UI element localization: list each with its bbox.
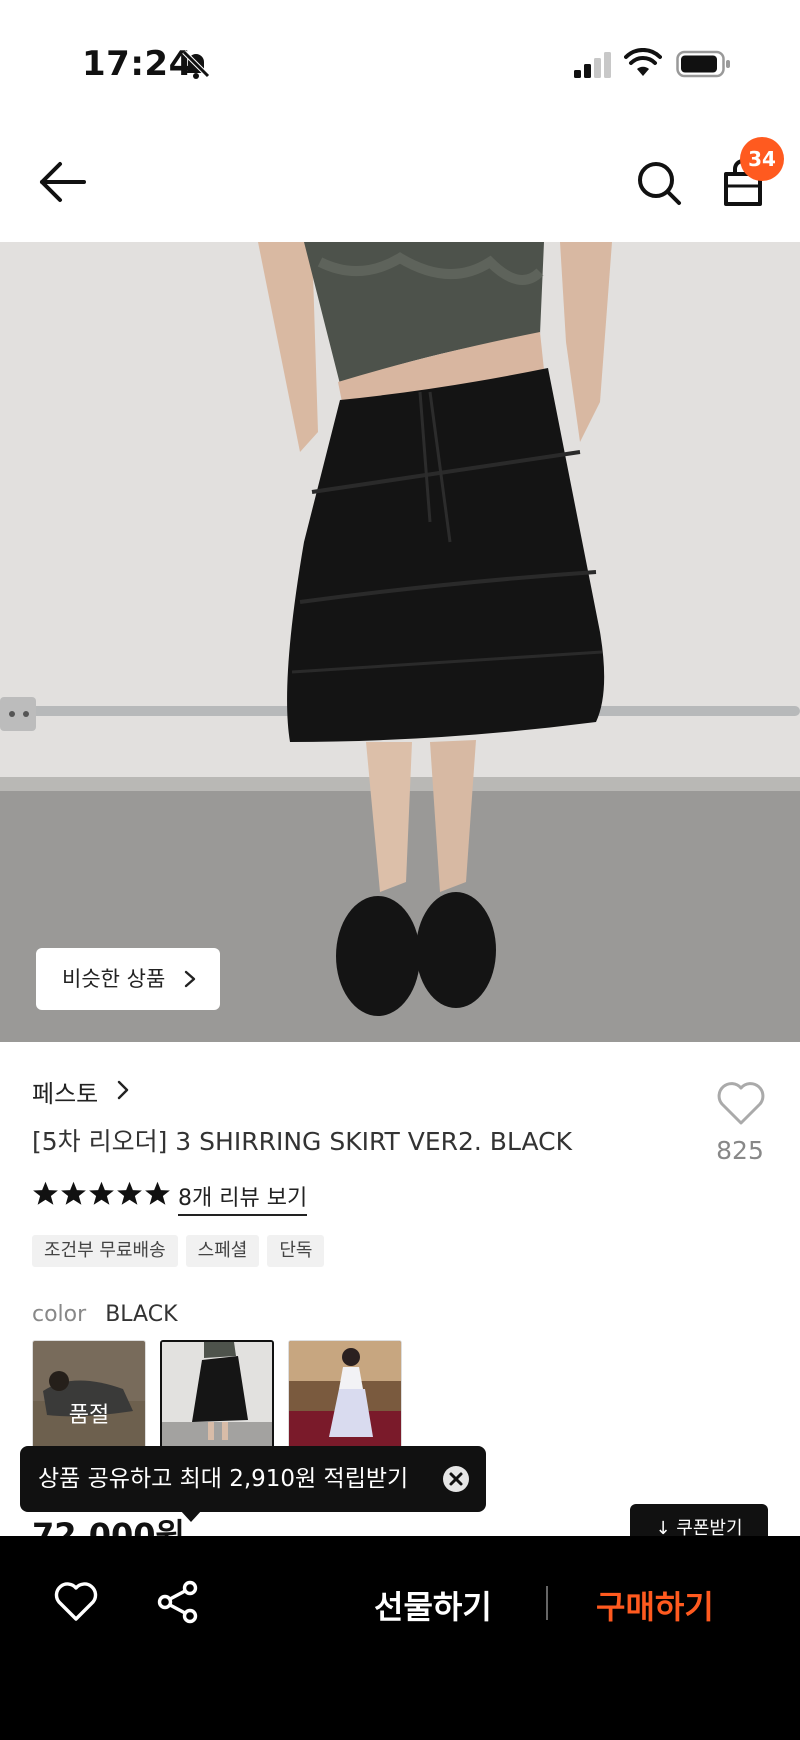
star-icon: [61, 1181, 86, 1205]
divider: [546, 1586, 548, 1620]
like-count: 825: [716, 1136, 764, 1165]
chevron-right-icon: [184, 970, 196, 988]
top-nav: 34: [0, 120, 800, 242]
tooltip-text: 상품 공유하고 최대 2,910원 적립받기: [38, 1466, 409, 1492]
star-icon: [33, 1181, 58, 1205]
color-swatch-1[interactable]: 품절: [32, 1340, 146, 1450]
star-icon: [89, 1181, 114, 1205]
share-reward-tooltip: 상품 공유하고 최대 2,910원 적립받기: [20, 1446, 486, 1522]
status-bar: 17:24: [0, 0, 800, 120]
color-swatch-2[interactable]: [160, 1340, 274, 1450]
similar-products-button[interactable]: 비슷한 상품: [36, 948, 220, 1010]
color-swatches: 품절: [32, 1340, 402, 1450]
back-arrow-icon[interactable]: [38, 160, 88, 204]
star-icon: [145, 1181, 170, 1205]
tooltip-pointer: [180, 1510, 202, 1522]
battery-icon: [676, 50, 730, 78]
heart-icon[interactable]: [54, 1582, 98, 1622]
tag-free-shipping: 조건부 무료배송: [32, 1235, 178, 1267]
sold-out-label: 품절: [33, 1341, 145, 1449]
tag-special: 스페셜: [185, 1235, 260, 1267]
color-value: BLACK: [105, 1302, 178, 1327]
buy-button[interactable]: 구매하기: [596, 1582, 714, 1628]
star-icon: [117, 1181, 142, 1205]
wifi-icon: [624, 48, 662, 76]
heart-icon[interactable]: [716, 1080, 766, 1126]
share-icon[interactable]: [156, 1580, 200, 1624]
rating-stars: [32, 1180, 171, 1210]
review-link[interactable]: 8개 리뷰 보기: [178, 1180, 308, 1216]
chevron-right-icon[interactable]: [116, 1080, 130, 1100]
similar-products-label: 비슷한 상품: [62, 967, 166, 991]
tag-exclusive: 단독: [267, 1235, 325, 1267]
color-label: color: [32, 1302, 87, 1327]
gift-button[interactable]: 선물하기: [374, 1582, 492, 1628]
product-tags: 조건부 무료배송 스페셜 단독: [32, 1235, 325, 1267]
signal-icon: [574, 52, 611, 78]
color-selector-label: color BLACK: [32, 1302, 178, 1327]
cart-count-badge: 34: [740, 137, 784, 181]
product-image[interactable]: [0, 242, 800, 1042]
bottom-action-bar: 선물하기 구매하기: [0, 1536, 800, 1740]
search-icon[interactable]: [636, 160, 682, 206]
brand-name[interactable]: 페스토: [32, 1074, 98, 1109]
color-swatch-3[interactable]: [288, 1340, 402, 1450]
product-title: [5차 리오더] 3 SHIRRING SKIRT VER2. BLACK: [32, 1127, 572, 1156]
close-circle-icon[interactable]: [442, 1465, 470, 1493]
bell-slash-icon: [182, 50, 210, 79]
status-time: 17:24: [82, 44, 193, 84]
